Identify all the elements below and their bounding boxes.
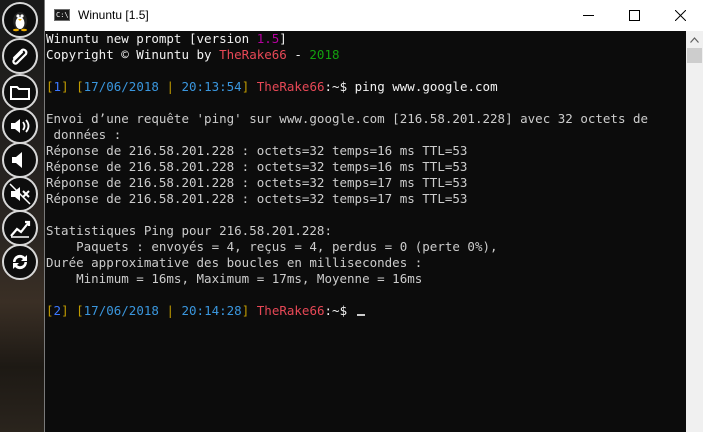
console-app-icon[interactable]: C:\ (54, 9, 70, 21)
output-line: données : (46, 127, 122, 142)
prompt-index: 2 (53, 303, 62, 318)
output-line: Réponse de 216.58.201.228 : octets=32 te… (46, 159, 468, 174)
vertical-scrollbar[interactable] (686, 31, 703, 432)
console-output[interactable]: Winuntu new prompt [version 1.5] Copyrig… (45, 31, 686, 432)
maximize-icon (628, 10, 640, 21)
volume-mute-icon[interactable] (2, 176, 38, 212)
volume-down-icon[interactable] (2, 142, 38, 178)
text-cursor (356, 314, 365, 316)
scroll-thumb[interactable] (687, 48, 702, 63)
scroll-up-button[interactable] (686, 31, 703, 48)
minimize-button[interactable] (565, 0, 611, 31)
output-line: Réponse de 216.58.201.228 : octets=32 te… (46, 143, 468, 158)
volume-up-icon[interactable] (2, 108, 38, 144)
title-bar[interactable]: C:\ Winuntu [1.5] (45, 0, 703, 31)
desktop-dock (0, 0, 44, 432)
prompt-date: 17/06/2018 (83, 79, 159, 94)
chevron-up-icon (690, 36, 699, 43)
terminal-window: C:\ Winuntu [1.5] Winuntu new prompt [ve… (44, 0, 703, 432)
maximize-button[interactable] (611, 0, 657, 31)
banner-line-2: Copyright © Winuntu by TheRake66 - 2018 (46, 47, 340, 62)
copyright-year: 2018 (309, 47, 340, 62)
prompt-date: 17/06/2018 (83, 303, 159, 318)
version-number: 1.5 (256, 31, 280, 46)
prompt-time: 20:14:28 (181, 303, 242, 318)
output-line: Réponse de 216.58.201.228 : octets=32 te… (46, 175, 468, 190)
prompt-index: 1 (53, 79, 62, 94)
paperclip-icon[interactable] (2, 38, 38, 74)
stats-line: Durée approximative des boucles en milli… (46, 255, 423, 270)
banner-line-1: Winuntu new prompt [version 1.5] (46, 31, 287, 46)
stats-line: Statistiques Ping pour 216.58.201.228: (46, 223, 332, 238)
minimize-icon (582, 15, 594, 16)
close-button[interactable] (657, 0, 703, 31)
chart-icon[interactable] (2, 210, 38, 246)
prompt-time: 20:13:54 (181, 79, 242, 94)
prompt-command: ping www.google.com (347, 79, 498, 94)
prompt-user: TheRake66 (256, 303, 325, 318)
linux-tux-icon[interactable] (2, 2, 38, 38)
output-line: Réponse de 216.58.201.228 : octets=32 te… (46, 191, 468, 206)
prompt-line-1: [1] [17/06/2018 | 20:13:54] TheRake66:~$… (46, 79, 498, 94)
output-line: Envoi d’une requête 'ping' sur www.googl… (46, 111, 649, 126)
close-icon (674, 10, 686, 21)
prompt-line-2: [2] [17/06/2018 | 20:14:28] TheRake66:~$ (46, 303, 686, 319)
stats-line: Paquets : envoyés = 4, reçus = 4, perdus… (46, 239, 498, 254)
author-name: TheRake66 (219, 47, 287, 62)
folder-icon[interactable] (2, 74, 38, 110)
stats-line: Minimum = 16ms, Maximum = 17ms, Moyenne … (46, 271, 423, 286)
refresh-icon[interactable] (2, 244, 38, 280)
prompt-user: TheRake66 (256, 79, 325, 94)
window-title: Winuntu [1.5] (78, 8, 149, 22)
